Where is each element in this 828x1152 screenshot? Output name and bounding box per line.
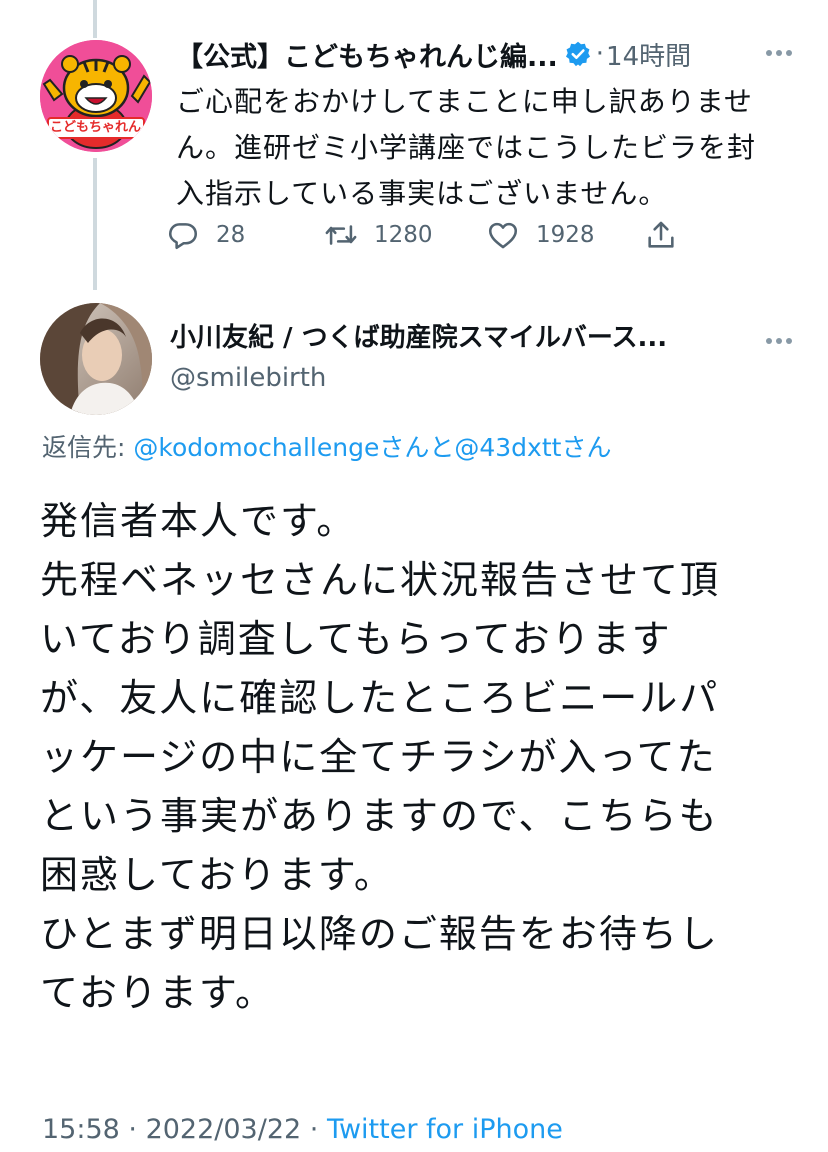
like-button[interactable]: 1928 bbox=[486, 212, 595, 258]
reply-line: いており調査してもらっております bbox=[40, 617, 672, 661]
retweet-icon bbox=[325, 225, 357, 245]
reply-line: ッケージの中に全てチラシが入ってた bbox=[40, 735, 717, 779]
parent-header: 【公式】こどもちゃれんじ編... · 14時間 bbox=[176, 34, 796, 74]
meta-separator: · bbox=[119, 1114, 146, 1145]
parent-tweet-text: ご心配をおかけしてまことに申し訳ありませ ん。進研ゼミ小学講座ではこうしたビラを… bbox=[176, 79, 786, 217]
reply-avatar[interactable] bbox=[40, 303, 152, 415]
parent-line: 入指示している事実はございません。 bbox=[176, 177, 668, 210]
tweet-meta: 15:58 · 2022/03/22 · Twitter for iPhone bbox=[42, 1110, 563, 1150]
reply-line: ひとまず明日以降のご報告をお待ちし bbox=[40, 912, 719, 956]
replying-to: 返信先: @kodomochallengeさんと@43dxttさん bbox=[42, 428, 611, 468]
tweet-source-link[interactable]: Twitter for iPhone bbox=[327, 1114, 563, 1145]
mention-separator: さん bbox=[561, 433, 612, 462]
thread-line-top bbox=[93, 0, 97, 38]
meta-separator: · bbox=[301, 1114, 327, 1145]
reply-line: 発信者本人です。 bbox=[40, 499, 357, 543]
action-bar: 28 1280 1928 bbox=[166, 212, 706, 258]
reply-tweet-text: 発信者本人です。 先程ベネッセさんに状況報告させて頂 いており調査してもらってお… bbox=[40, 492, 800, 1023]
reply-line: が、友人に確認したところビニールパ bbox=[40, 676, 720, 720]
like-count: 1928 bbox=[536, 222, 595, 248]
reply-line: という事実がありますので、こちらも bbox=[40, 794, 719, 838]
reply-icon bbox=[168, 223, 198, 250]
reply-count: 28 bbox=[216, 222, 246, 248]
tweet-time: 15:58 bbox=[42, 1114, 120, 1145]
more-icon[interactable] bbox=[764, 48, 794, 58]
reply-author-handle[interactable]: @smilebirth bbox=[170, 360, 326, 396]
retweet-button[interactable]: 1280 bbox=[324, 212, 433, 258]
reply-line: 困惑しております。 bbox=[40, 853, 394, 897]
share-button[interactable] bbox=[644, 212, 678, 258]
like-icon bbox=[488, 222, 518, 249]
more-icon[interactable] bbox=[764, 336, 794, 346]
reply-author-name[interactable]: 小川友紀 / つくば助産院スマイルバース... bbox=[170, 318, 740, 358]
parent-line: ご心配をおかけしてまことに申し訳ありませ bbox=[176, 85, 753, 118]
reply-line: ております。 bbox=[40, 971, 276, 1015]
replying-to-prefix: 返信先: bbox=[42, 433, 134, 462]
parent-author-name[interactable]: 【公式】こどもちゃれんじ編... bbox=[176, 35, 558, 74]
parent-avatar[interactable]: こどもちゃれんじ bbox=[40, 40, 152, 152]
parent-line: ん。進研ゼミ小学講座ではこうしたビラを封 bbox=[176, 131, 757, 164]
verified-badge-icon bbox=[565, 41, 590, 67]
mention-link[interactable]: @43dxtt bbox=[454, 433, 561, 462]
share-icon bbox=[648, 221, 674, 248]
reply-line: 先程ベネッセさんに状況報告させて頂 bbox=[40, 558, 721, 602]
parent-timestamp[interactable]: 14時間 bbox=[606, 36, 691, 73]
header-separator: · bbox=[595, 39, 605, 69]
mention-separator: さんと bbox=[379, 433, 455, 462]
reply-button[interactable]: 28 bbox=[166, 212, 245, 258]
mention-link[interactable]: @kodomochallenge bbox=[133, 433, 379, 462]
thread-line bbox=[93, 158, 97, 290]
profile-photo bbox=[40, 303, 152, 415]
retweet-count: 1280 bbox=[374, 222, 433, 248]
avatar-logo-text: こどもちゃれんじ bbox=[50, 120, 142, 135]
tweet-date: 2022/03/22 bbox=[145, 1114, 302, 1145]
